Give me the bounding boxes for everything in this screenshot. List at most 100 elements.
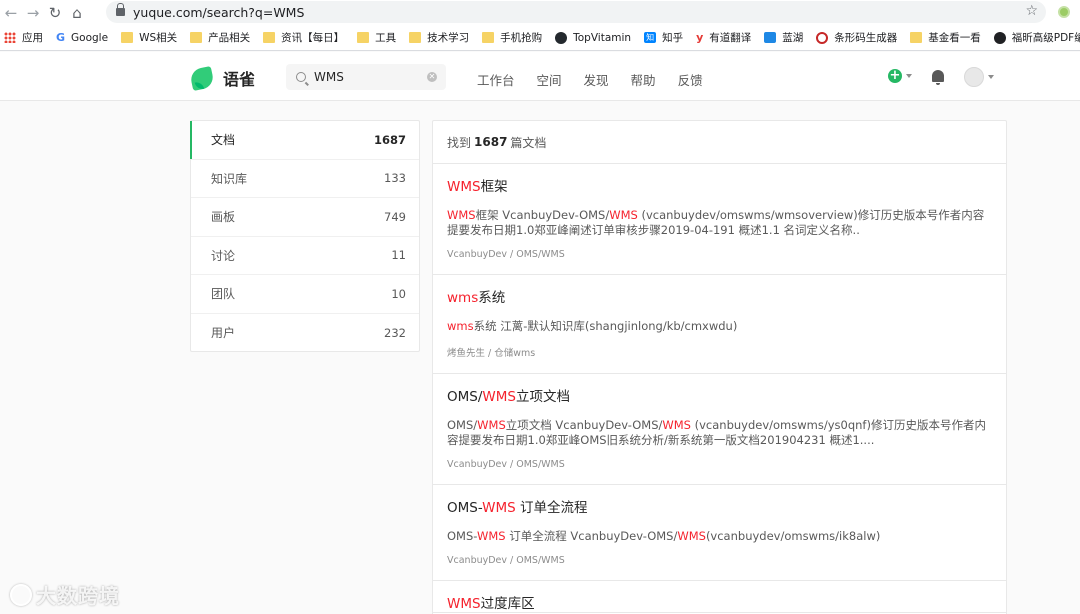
bookmark-item[interactable]: 知知乎 [644,30,683,45]
highlight-term: wms [447,290,479,306]
user-menu[interactable] [964,67,994,87]
result-title-link[interactable]: WMS过度库区 [447,596,992,612]
result-title-link[interactable]: wms系统 [447,290,992,306]
yuque-logo[interactable]: 语雀 [189,65,256,91]
bookmark-label: 蓝湖 [782,32,804,44]
address-bar[interactable]: yuque.com/search?q=WMS ☆ [106,1,1046,23]
github-icon [555,31,568,44]
nav-help[interactable]: 帮助 [631,70,656,89]
text-run: 框架 [480,179,508,195]
text-run: OMS- [447,500,483,516]
watermark-logo-icon [10,583,32,606]
bookmark-item[interactable]: 基金看一看 [910,30,981,45]
folder-icon [910,32,923,43]
lanhu-icon [764,32,777,43]
filter-item[interactable]: 画板 749 [191,198,419,237]
result-title-link[interactable]: OMS-WMS 订单全流程 [447,500,992,516]
filter-count: 1687 [373,132,406,147]
bookmark-item[interactable]: 蓝湖 [764,30,803,45]
filter-count: 10 [391,286,406,301]
filter-count: 749 [384,209,406,224]
text-run: 立项文档 [515,389,570,405]
filter-item[interactable]: 文档 1687 [190,121,419,160]
highlight-term: WMS [609,208,638,222]
result-path-link[interactable]: VcanbuyDev / OMS/WMS [447,459,992,484]
nav-feedback[interactable]: 反馈 [678,70,703,89]
bookmark-item[interactable]: 工具 [357,30,396,45]
clear-icon[interactable]: ✕ [427,72,437,82]
bell-icon[interactable] [932,70,944,85]
result-path-link[interactable]: VcanbuyDev / OMS/WMS [447,249,992,274]
avatar [964,67,984,87]
bookmark-label: 福昕高级PDF编辑... [1011,32,1080,44]
url-text[interactable]: yuque.com/search?q=WMS [133,5,304,20]
bookmark-item[interactable]: TopVitamin [555,31,631,44]
yuque-bird-icon [189,65,215,91]
bookmark-label: 技术学习 [427,32,470,44]
text-run: 订单全流程 [515,500,588,516]
bookmark-label: 手机抢购 [500,32,543,44]
home-icon[interactable]: ⌂ [66,0,88,25]
text-run: OMS/ [447,418,478,432]
bookmark-label: 工具 [375,32,397,44]
create-button[interactable]: + [888,69,912,83]
text-run: 系统 [478,290,506,306]
chevron-down-icon [988,75,994,79]
bookmark-item[interactable]: y 有道翻译 [696,30,751,45]
result-list: WMS框架 WMS框架 VcanbuyDev-OMS/WMS (vcanbuyde… [433,164,1006,613]
filter-item[interactable]: 讨论 11 [191,237,419,275]
bookmark-item[interactable]: G Google [56,32,108,44]
bookmark-label: WS相关 [139,32,178,44]
search-box[interactable]: ✕ [286,64,446,90]
text-run: OMS- [447,529,477,543]
bookmark-item[interactable]: 福昕高级PDF编辑... [993,30,1080,45]
bookmark-item[interactable]: 条形码生成器 [816,30,897,45]
browser-toolbar: ← → ↻ ⌂ yuque.com/search?q=WMS ☆ [0,0,1080,25]
filter-item[interactable]: 用户 232 [191,314,419,353]
text-run: (vcanbuydev/omswms/ik8alw) [705,529,881,543]
forward-arrow-icon[interactable]: → [22,0,44,25]
result-title-link[interactable]: WMS框架 [447,179,992,195]
filter-item[interactable]: 团队 10 [191,275,419,314]
summary-count: 1687 [474,135,508,149]
result-snippet: OMS-WMS 订单全流程 VcanbuyDev-OMS/WMS(vcanbuy… [447,529,992,544]
nav-workbench[interactable]: 工作台 [477,70,515,89]
nav-space[interactable]: 空间 [537,70,562,89]
filter-label: 知识库 [211,171,248,186]
highlight-term: WMS [447,179,481,195]
result-path-link[interactable]: 烤鱼先生 / 仓储wms [447,345,992,373]
bookmark-item[interactable]: 手机抢购 [482,30,542,45]
bookmark-label: Google [71,31,109,44]
bookmark-item[interactable]: 资讯【每日】 [263,30,344,45]
extension-icon[interactable] [1058,6,1070,18]
apps-grid-icon [4,32,16,43]
watermark: 大数跨境 [10,580,120,609]
search-results: 找到 1687 篇文档 WMS框架 WMS框架 VcanbuyDev-OMS/WM… [432,120,1007,614]
result-item: WMS框架 WMS框架 VcanbuyDev-OMS/WMS (vcanbuyde… [433,164,1006,275]
zhihu-icon: 知 [644,32,657,43]
result-path-link[interactable]: VcanbuyDev / OMS/WMS [447,555,992,580]
bookmark-item[interactable]: WS相关 [121,30,177,45]
filter-item[interactable]: 知识库 133 [191,160,419,198]
result-snippet: OMS/WMS立项文档 VcanbuyDev-OMS/WMS (vcanbuyd… [447,418,992,448]
result-title-link[interactable]: OMS/WMS立项文档 [447,389,992,405]
logo-text: 语雀 [223,70,256,89]
result-item: OMS/WMS立项文档 OMS/WMS立项文档 VcanbuyDev-OMS/WM… [433,374,1006,485]
watermark-text: 大数跨境 [36,584,120,608]
bookmark-item[interactable]: 技术学习 [409,30,469,45]
bookmark-star-icon[interactable]: ☆ [1025,3,1038,19]
nav-discover[interactable]: 发现 [584,70,609,89]
lock-icon [116,3,125,16]
top-nav: 工作台 空间 发现 帮助 反馈 [477,70,725,89]
bookmark-item[interactable]: 应用 [4,30,43,45]
plus-icon: + [888,68,902,83]
folder-icon [190,32,203,43]
bookmark-item[interactable]: 产品相关 [190,30,250,45]
globe-icon [993,31,1006,44]
filter-label: 讨论 [211,248,236,263]
highlight-term: WMS [662,418,691,432]
search-input[interactable] [314,70,424,84]
filter-label: 用户 [211,326,236,341]
reload-icon[interactable]: ↻ [44,0,66,25]
back-arrow-icon[interactable]: ← [0,0,22,25]
